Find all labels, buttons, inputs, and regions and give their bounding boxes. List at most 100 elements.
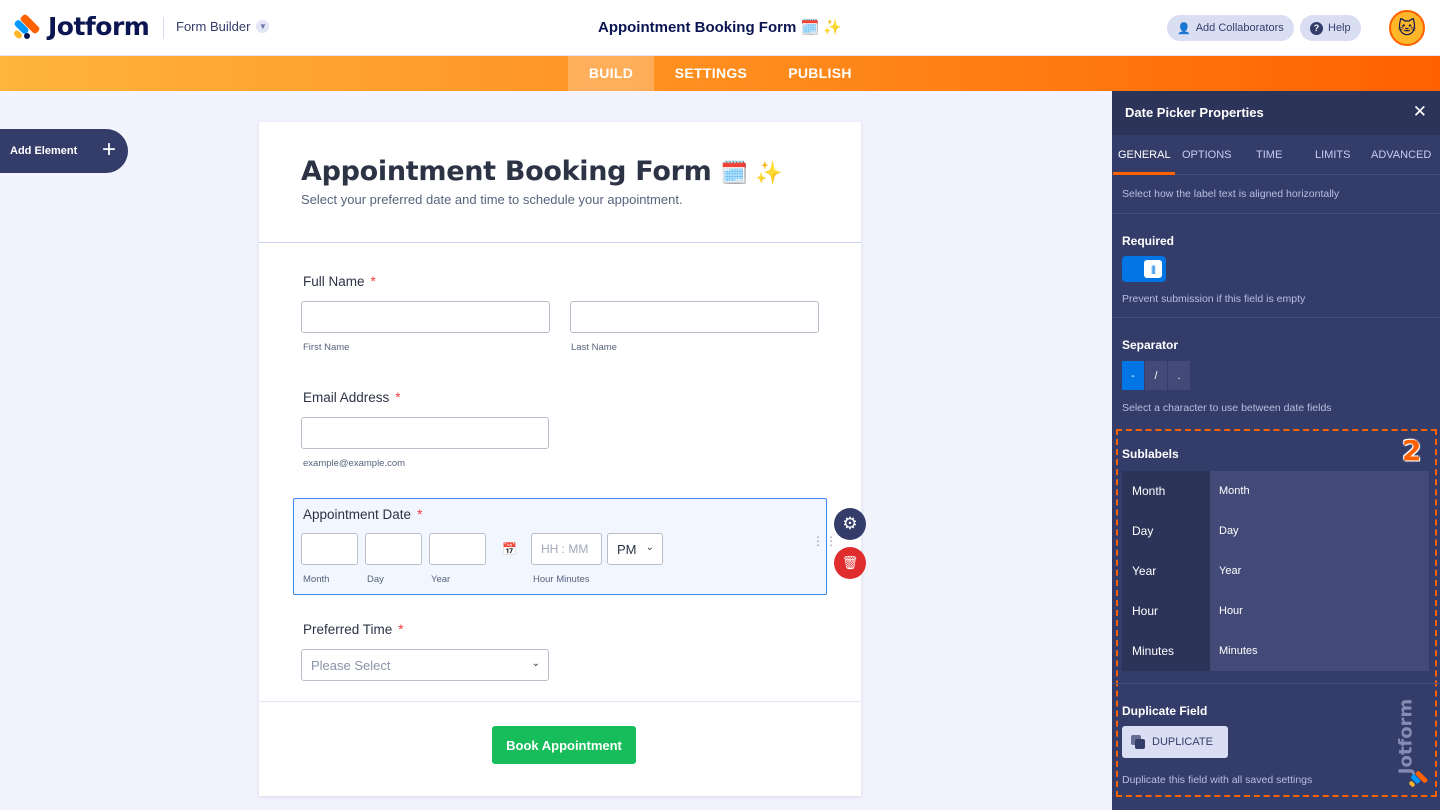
sublabels-heading: Sublabels [1122, 447, 1179, 461]
preferred-time-label: Preferred Time * [303, 622, 404, 637]
preferred-time-select[interactable]: Please Select ⌄ [301, 649, 549, 681]
sublabel-minutes-input[interactable]: Minutes [1210, 631, 1429, 671]
table-row: Day Day [1122, 511, 1429, 551]
sublabel-key: Minutes [1122, 631, 1210, 671]
close-icon[interactable]: ✕ [1413, 102, 1427, 122]
form-subtitle: Select your preferred date and time to s… [301, 192, 683, 207]
add-element-label: Add Element [10, 145, 78, 157]
first-name-sublabel: First Name [303, 342, 350, 353]
table-row: Minutes Minutes [1122, 631, 1429, 671]
panel-tabs: GENERAL OPTIONS TIME LIMITS ADVANCED [1112, 135, 1440, 175]
form-header[interactable]: Appointment Booking Form 🗓️ ✨ Select you… [259, 122, 861, 243]
first-name-input[interactable] [301, 301, 550, 333]
month-sublabel: Month [303, 574, 330, 585]
ampm-value: PM [617, 541, 637, 557]
separator-slash-option[interactable]: / [1145, 361, 1168, 390]
ampm-select[interactable]: PM ⌄ [607, 533, 663, 565]
builder-nav: BUILD SETTINGS PUBLISH [0, 56, 1440, 91]
time-sublabel: Hour Minutes [533, 574, 590, 585]
appointment-date-label: Appointment Date * [303, 507, 422, 522]
jotform-logo[interactable]: Jotform [12, 12, 150, 41]
required-mark: * [417, 507, 423, 522]
duplicate-button[interactable]: DUPLICATE [1122, 726, 1228, 758]
help-button[interactable]: ? Help [1300, 15, 1361, 41]
separator-dot-option[interactable]: . [1168, 361, 1191, 390]
form-title: Appointment Booking Form 🗓️ ✨ [301, 156, 782, 187]
sublabel-key: Year [1122, 551, 1210, 591]
sublabel-month-input[interactable]: Month [1210, 471, 1429, 511]
section-divider [1112, 213, 1440, 214]
sublabel-day-input[interactable]: Day [1210, 511, 1429, 551]
duplicate-desc: Duplicate this field with all saved sett… [1122, 774, 1313, 786]
help-icon: ? [1310, 21, 1323, 35]
required-desc: Prevent submission if this field is empt… [1122, 293, 1306, 305]
header-divider [163, 17, 164, 39]
form-builder-label: Form Builder [176, 19, 251, 34]
gear-icon: ⚙ [842, 514, 858, 533]
sublabel-year-input[interactable]: Year [1210, 551, 1429, 591]
email-field[interactable] [301, 417, 549, 449]
trash-icon: 🗑 [841, 555, 859, 570]
day-sublabel: Day [367, 574, 384, 585]
table-row: Hour Hour [1122, 591, 1429, 631]
duplicate-button-label: DUPLICATE [1152, 736, 1213, 748]
appointment-date-label-text: Appointment Date [303, 507, 412, 522]
chevron-down-icon: ▼ [256, 20, 270, 33]
add-collaborators-label: Add Collaborators [1195, 22, 1284, 34]
email-sublabel: example@example.com [303, 458, 406, 469]
book-appointment-button[interactable]: Book Appointment [492, 726, 636, 764]
preferred-time-label-text: Preferred Time [303, 622, 393, 637]
avatar[interactable]: 🐱 [1389, 10, 1425, 46]
full-name-label-text: Full Name [303, 274, 365, 289]
required-toggle[interactable]: ||| [1122, 256, 1166, 282]
tab-options[interactable]: OPTIONS [1182, 149, 1232, 161]
toggle-knob-icon: ||| [1144, 260, 1162, 278]
field-settings-button[interactable]: ⚙ [834, 508, 866, 540]
add-collaborators-button[interactable]: 👤 Add Collaborators [1167, 15, 1294, 41]
sublabel-key: Hour [1122, 591, 1210, 631]
last-name-sublabel: Last Name [571, 342, 617, 353]
form-builder-dropdown[interactable]: Form Builder ▼ [176, 19, 270, 34]
last-name-input[interactable] [570, 301, 819, 333]
copy-icon [1131, 735, 1145, 749]
form-card: Appointment Booking Form 🗓️ ✨ Select you… [259, 122, 861, 796]
tab-limits[interactable]: LIMITS [1315, 149, 1350, 161]
tab-general[interactable]: GENERAL [1118, 149, 1171, 161]
panel-header: Date Picker Properties ✕ [1112, 91, 1440, 135]
plus-icon: + [101, 136, 116, 163]
separator-dash-option[interactable]: - [1122, 361, 1145, 390]
time-input[interactable]: HH : MM [531, 533, 602, 565]
drag-handle-icon[interactable]: ⋮⋮ [812, 535, 838, 547]
email-label-text: Email Address [303, 390, 390, 405]
month-input[interactable] [301, 533, 358, 565]
full-name-label: Full Name * [303, 274, 376, 289]
form-title-text: Appointment Booking Form [301, 156, 712, 187]
tab-settings[interactable]: SETTINGS [664, 56, 758, 91]
year-input[interactable] [429, 533, 486, 565]
help-label: Help [1328, 22, 1351, 34]
preferred-time-placeholder: Please Select [311, 657, 391, 673]
footer-divider [259, 701, 861, 702]
separator-heading: Separator [1122, 338, 1179, 352]
table-row: Year Year [1122, 551, 1429, 591]
calendar-icon[interactable]: 📅 [502, 542, 517, 556]
watermark-text: Jotform [1395, 698, 1417, 775]
form-title-emoji: 🗓️ ✨ [720, 161, 783, 186]
delete-field-button[interactable]: 🗑 [834, 547, 866, 579]
section-divider [1112, 683, 1440, 684]
header-title-text[interactable]: Appointment Booking Form [598, 19, 796, 36]
jotform-watermark: Jotform [1395, 690, 1434, 794]
tab-advanced[interactable]: ADVANCED [1371, 149, 1431, 161]
tab-publish[interactable]: PUBLISH [780, 56, 860, 91]
add-element-button[interactable]: Add Element + [0, 129, 128, 173]
appointment-date-field[interactable]: Appointment Date * 📅 HH : MM PM ⌄ Month D… [293, 498, 837, 595]
panel-title: Date Picker Properties [1125, 105, 1264, 120]
tab-build[interactable]: BUILD [568, 56, 654, 91]
sublabel-hour-input[interactable]: Hour [1210, 591, 1429, 631]
chevron-down-icon: ⌄ [645, 542, 654, 553]
tab-time[interactable]: TIME [1256, 149, 1282, 161]
day-input[interactable] [365, 533, 422, 565]
table-row: Month Month [1122, 471, 1429, 511]
duplicate-heading: Duplicate Field [1122, 704, 1208, 718]
label-align-desc: Select how the label text is aligned hor… [1122, 188, 1340, 200]
